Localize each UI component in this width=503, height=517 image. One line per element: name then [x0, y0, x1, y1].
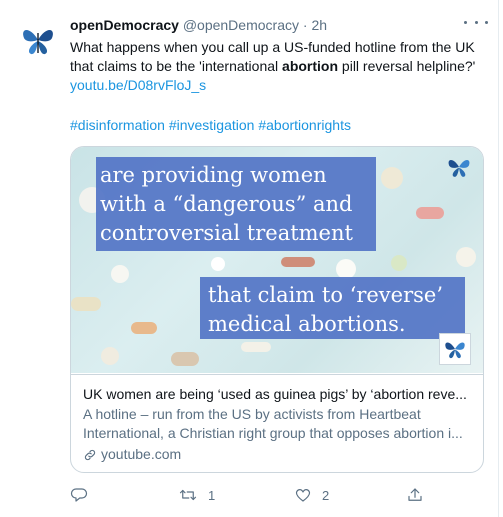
avatar[interactable]: [14, 16, 62, 64]
card-domain: youtube.com: [83, 445, 471, 464]
tweet-text: What happens when you call up a US-funde…: [70, 38, 488, 95]
hashtags: #disinformation #investigation #abortion…: [70, 116, 351, 135]
butterfly-logo-icon: [23, 30, 53, 55]
link-icon: [84, 449, 96, 460]
butterfly-badge-icon: [439, 333, 471, 365]
tweet[interactable]: openDemocracy @openDemocracy · 2h What h…: [0, 0, 499, 517]
image-quote-top: are providing women with a “dangerous” a…: [100, 163, 353, 245]
card-title: UK women are being ‘used as guinea pigs’…: [83, 386, 467, 402]
hashtag-abortionrights[interactable]: #abortionrights: [258, 117, 351, 133]
hashtag-investigation[interactable]: #investigation: [169, 117, 255, 133]
share-button[interactable]: [406, 486, 424, 504]
tweet-actions: 1 2: [70, 485, 430, 505]
butterfly-watermark-icon: [448, 160, 470, 177]
like-button[interactable]: 2: [294, 486, 329, 504]
more-options-icon[interactable]: [464, 14, 488, 30]
like-count: 2: [322, 487, 330, 503]
retweet-button[interactable]: 1: [178, 486, 215, 504]
card-image[interactable]: are providing women with a “dangerous” a…: [71, 147, 483, 373]
tweet-link[interactable]: youtu.be/D08rvFloJ_s: [70, 77, 206, 93]
tweet-text-part2: pill reversal helpline?': [338, 58, 476, 74]
author-name[interactable]: openDemocracy: [70, 17, 179, 33]
card-body[interactable]: UK women are being ‘used as guinea pigs’…: [71, 374, 483, 472]
card-domain-text: youtube.com: [101, 446, 182, 462]
card-description: A hotline – run from the US by activists…: [83, 406, 463, 441]
tweet-header: openDemocracy @openDemocracy · 2h: [70, 17, 486, 37]
link-card[interactable]: are providing women with a “dangerous” a…: [70, 146, 484, 473]
like-icon: [295, 489, 311, 502]
tweet-text-bold: abortion: [282, 58, 339, 74]
share-icon: [408, 488, 422, 501]
reply-icon: [70, 488, 88, 502]
tweet-time[interactable]: 2h: [311, 17, 327, 33]
separator-dot: ·: [302, 17, 308, 33]
retweet-icon: [179, 489, 197, 501]
retweet-count: 1: [208, 487, 216, 503]
hashtag-disinformation[interactable]: #disinformation: [70, 117, 165, 133]
image-quote-bottom: that claim to ‘reverse’ medical abortion…: [208, 283, 444, 336]
reply-button[interactable]: [70, 486, 98, 504]
author-handle[interactable]: @openDemocracy: [183, 17, 299, 33]
